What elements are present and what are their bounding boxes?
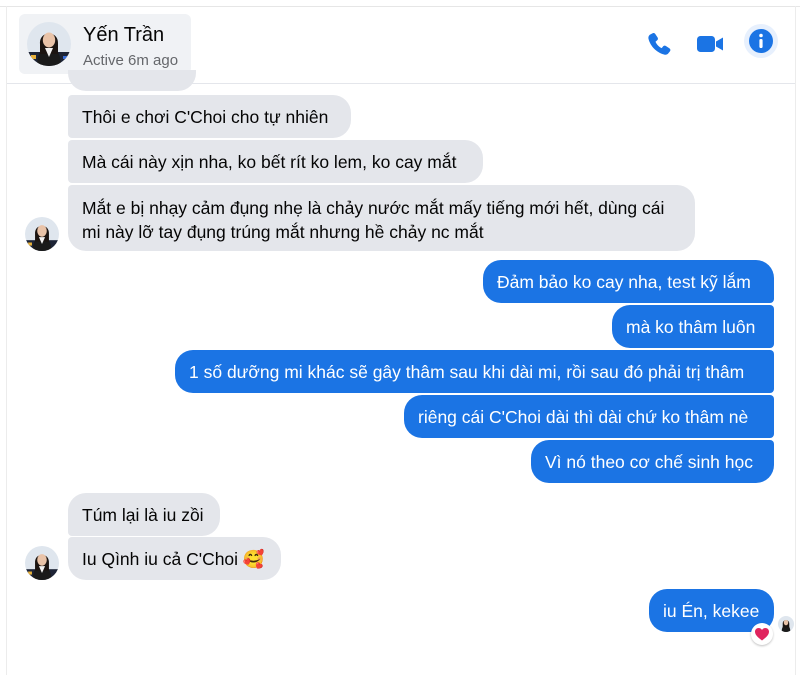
- contact-message-avatar: [25, 217, 59, 251]
- message-text: Túm lại là iu zồi: [82, 505, 204, 525]
- message-bubble-partial: [68, 70, 196, 91]
- info-button[interactable]: [744, 24, 778, 58]
- window-right-border: [795, 6, 796, 675]
- message-text: Mắt e bị nhạy cảm đụng nhẹ là chảy nước …: [82, 198, 665, 242]
- message-bubble-outgoing[interactable]: riêng cái C'Choi dài thì dài chứ ko thâm…: [404, 395, 774, 438]
- message-bubble-incoming[interactable]: Mắt e bị nhạy cảm đụng nhẹ là chảy nước …: [68, 185, 695, 251]
- contact-card[interactable]: Yến Trần Active 6m ago: [19, 14, 191, 74]
- message-bubble-outgoing[interactable]: mà ko thâm luôn: [612, 305, 774, 348]
- contact-avatar: [27, 22, 71, 66]
- message-bubble-outgoing[interactable]: 1 số dưỡng mi khác sẽ gây thâm sau khi d…: [175, 350, 774, 393]
- message-text: Iu Qình iu cả C'Choi 🥰: [82, 549, 265, 569]
- message-text: 1 số dưỡng mi khác sẽ gây thâm sau khi d…: [189, 362, 745, 382]
- message-bubble-incoming[interactable]: Mà cái này xịn nha, ko bết rít ko lem, k…: [68, 140, 483, 183]
- phone-icon[interactable]: [644, 29, 674, 59]
- message-text: Đảm bảo ko cay nha, test kỹ lắm: [497, 272, 751, 292]
- contact-message-avatar: [25, 546, 59, 580]
- heart-reaction-icon[interactable]: [751, 623, 773, 645]
- message-text: Vì nó theo cơ chế sinh học: [545, 452, 753, 472]
- message-text: Mà cái này xịn nha, ko bết rít ko lem, k…: [82, 152, 457, 172]
- window-left-border: [6, 6, 7, 675]
- contact-name: Yến Trần: [83, 24, 165, 46]
- message-bubble-outgoing[interactable]: Đảm bảo ko cay nha, test kỹ lắm: [483, 260, 774, 303]
- seen-avatar: [778, 616, 794, 632]
- info-icon: [749, 29, 773, 53]
- message-text: iu Én, kekee: [663, 601, 760, 621]
- message-text: mà ko thâm luôn: [626, 317, 756, 337]
- video-camera-icon[interactable]: [695, 29, 725, 59]
- message-text: riêng cái C'Choi dài thì dài chứ ko thâm…: [418, 407, 749, 427]
- message-bubble-incoming[interactable]: Túm lại là iu zồi: [68, 493, 220, 536]
- message-bubble-incoming[interactable]: Iu Qình iu cả C'Choi 🥰: [68, 537, 281, 580]
- message-bubble-incoming[interactable]: Thôi e chơi C'Choi cho tự nhiên: [68, 95, 351, 138]
- message-text: Thôi e chơi C'Choi cho tự nhiên: [82, 107, 329, 127]
- active-status: Active 6m ago: [83, 52, 179, 69]
- message-bubble-outgoing[interactable]: Vì nó theo cơ chế sinh học: [531, 440, 774, 483]
